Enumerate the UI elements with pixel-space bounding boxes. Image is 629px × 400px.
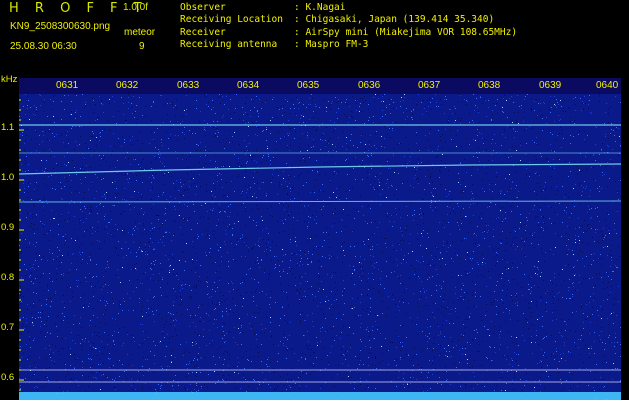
time-axis: 0631 0632 0633 0634 0635 0636 0637 0638 …: [19, 78, 621, 94]
info-row-observer: Observer: K.Nagai: [180, 2, 346, 13]
time-tick-label: 0640: [595, 80, 620, 91]
meteor-count: 9: [139, 41, 145, 52]
y-tick-label: 0.7: [1, 322, 15, 333]
time-tick-label: 0636: [357, 80, 382, 91]
time-tick-label: 0632: [115, 80, 140, 91]
spectrogram-canvas: [19, 78, 621, 400]
right-margin: [621, 78, 629, 400]
y-tick-label: 1.0: [1, 172, 15, 183]
info-row-antenna: Receiving antenna: Maspro FM-3: [180, 38, 369, 50]
frequency-axis: kHz 1.1 1.0 0.9 0.8 0.7 0.6: [0, 74, 19, 400]
y-tick-label: 1.1: [1, 122, 15, 133]
y-tick-label: 0.8: [1, 272, 15, 283]
app-version: 1.0.0f: [123, 2, 149, 13]
header-panel: H R O F F T 1.0.0f KN9_2508300630.png me…: [0, 0, 629, 78]
time-tick-label: 0634: [236, 80, 261, 91]
station-info: Observer: K.Nagai Receiving Location: Ch…: [180, 2, 517, 51]
file-name: KN9_2508300630.png: [10, 21, 111, 32]
info-row-location: Receiving Location: Chigasaki, Japan (13…: [180, 14, 495, 26]
time-tick-label: 0635: [296, 80, 321, 91]
bottom-band: [19, 392, 621, 400]
meteor-label: meteor: [124, 27, 156, 38]
time-tick-label: 0638: [477, 80, 502, 91]
y-tick-label: 0.9: [1, 222, 15, 233]
info-row-receiver: Receiver: AirSpy mini (Miakejima VOR 108…: [180, 26, 518, 38]
time-tick-label: 0631: [55, 80, 80, 91]
time-tick-label: 0633: [176, 80, 201, 91]
spectrogram: [19, 78, 621, 400]
y-tick-label: 0.6: [1, 372, 15, 383]
time-tick-label: 0637: [417, 80, 442, 91]
axis-unit: kHz: [1, 74, 18, 85]
capture-datetime: 25.08.30 06:30: [10, 41, 77, 52]
time-tick-label: 0639: [538, 80, 563, 91]
